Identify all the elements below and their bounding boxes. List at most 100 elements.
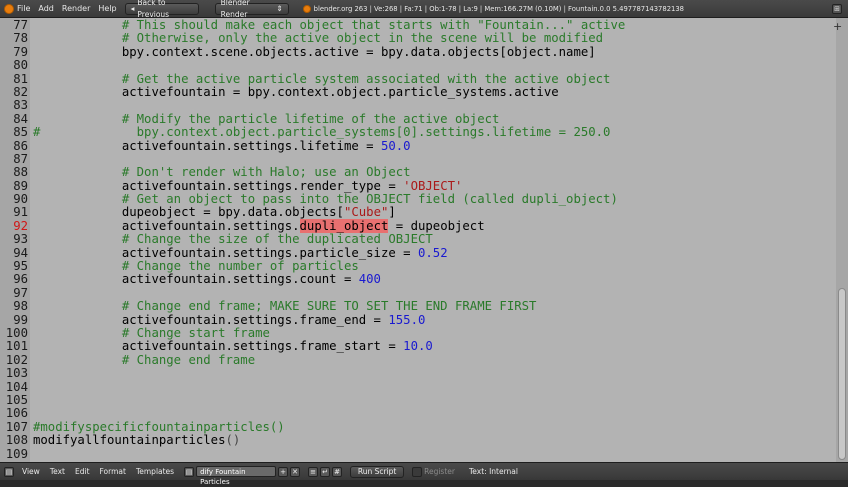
- code-token: # Change the size of the duplicated OBJE…: [33, 232, 433, 247]
- plus-icon[interactable]: +: [833, 20, 842, 33]
- code-token: activefountain.settings.frame_end =: [33, 312, 389, 327]
- line-number: 89: [13, 178, 28, 193]
- code-line[interactable]: 91 dupeobject = bpy.data.objects["Cube"]: [0, 205, 625, 220]
- code-line[interactable]: 97: [0, 286, 625, 300]
- line-number: 85: [13, 125, 28, 140]
- code-token: activefountain.settings.lifetime =: [33, 138, 381, 153]
- code-token: # Get the active particle system associa…: [33, 71, 611, 86]
- code-line[interactable]: 104: [0, 379, 625, 394]
- line-number: 88: [13, 165, 28, 180]
- code-line[interactable]: 85 # bpy.context.object.particle_systems[…: [0, 125, 625, 140]
- line-number: 80: [13, 58, 28, 73]
- word-wrap-icon[interactable]: ↵: [320, 466, 331, 477]
- code-token: # Change end frame: [33, 352, 256, 367]
- code-token: 50.0: [380, 138, 411, 153]
- line-number: 96: [13, 272, 28, 287]
- run-script-button[interactable]: Run Script: [350, 465, 405, 478]
- code-line[interactable]: 98 # Change end frame; MAKE SURE TO SET …: [0, 299, 625, 314]
- code-line[interactable]: 86 activefountain.settings.lifetime = 50…: [0, 138, 625, 153]
- line-number: 84: [13, 111, 28, 126]
- code-token: activefountain.settings.render_type =: [33, 178, 404, 193]
- line-number: 104: [5, 379, 28, 394]
- code-line[interactable]: 78 # Otherwise, only the active object i…: [0, 31, 625, 46]
- code-line[interactable]: 81 # Get the active particle system asso…: [0, 71, 625, 86]
- back-arrow-icon: ◂: [130, 3, 135, 13]
- code-area[interactable]: 77 # This should make each object that s…: [0, 18, 626, 461]
- code-line[interactable]: 103: [0, 366, 625, 380]
- code-line[interactable]: 96 activefountain.settings.count = 400: [0, 272, 625, 287]
- code-line[interactable]: 109: [0, 447, 625, 461]
- line-number: 92: [13, 218, 28, 233]
- menu-render[interactable]: Render: [62, 4, 90, 13]
- line-number: 108: [5, 433, 28, 448]
- line-number: 99: [13, 312, 28, 327]
- menu-add[interactable]: Add: [38, 4, 54, 13]
- text-editor-icon[interactable]: ▤: [4, 466, 14, 477]
- syntax-icon[interactable]: #: [332, 466, 343, 477]
- code-token: activefountain.settings.count =: [33, 272, 359, 287]
- menu-view[interactable]: View: [22, 467, 40, 476]
- line-number: 101: [5, 339, 28, 354]
- line-numbers-icon[interactable]: ≡: [308, 466, 319, 477]
- code-line[interactable]: 107 #modifyspecificfountainparticles(): [0, 420, 625, 434]
- code-line[interactable]: 87: [0, 152, 625, 166]
- menu-templates[interactable]: Templates: [136, 467, 174, 476]
- menu-file[interactable]: File: [17, 4, 30, 13]
- text-datablock-icon[interactable]: ▤: [184, 466, 195, 477]
- line-number: 83: [13, 98, 28, 113]
- code-token: 0.52: [417, 245, 448, 260]
- line-number: 77: [13, 18, 28, 32]
- code-line[interactable]: 99 activefountain.settings.frame_end = 1…: [0, 312, 625, 327]
- code-line[interactable]: 100 # Change start frame: [0, 325, 625, 340]
- menu-help[interactable]: Help: [98, 4, 116, 13]
- blender-logo-icon[interactable]: [4, 3, 14, 14]
- code-line[interactable]: 93 # Change the size of the duplicated O…: [0, 232, 625, 247]
- code-token: # bpy.context.object.particle_systems[0]…: [33, 125, 611, 140]
- code-token: # Change start frame: [33, 325, 270, 340]
- code-line[interactable]: 102 # Change end frame: [0, 352, 625, 367]
- close-icon[interactable]: ✕: [290, 466, 301, 477]
- line-number: 98: [13, 299, 28, 314]
- text-editor[interactable]: 77 # This should make each object that s…: [0, 18, 848, 462]
- code-line[interactable]: 83: [0, 98, 625, 113]
- run-script-label: Run Script: [357, 466, 397, 476]
- code-token: dupeobject = bpy.data.objects[: [33, 205, 344, 220]
- code-line[interactable]: 108 modifyallfountainparticles(): [0, 433, 625, 448]
- code-line[interactable]: 80: [0, 58, 625, 73]
- scrollbar-thumb[interactable]: [838, 288, 846, 460]
- code-line[interactable]: 84 # Modify the particle lifetime of the…: [0, 111, 625, 126]
- code-token: 10.0: [403, 339, 433, 354]
- line-number: 95: [13, 259, 28, 274]
- code-line[interactable]: 106: [0, 406, 625, 420]
- render-engine-select[interactable]: Blender Render ⇕: [214, 0, 289, 19]
- text-name-field[interactable]: dify Fountain Particles: [196, 466, 277, 486]
- maximize-icon[interactable]: ⊞: [832, 3, 842, 14]
- code-line[interactable]: 92 activefountain.settings.dupli_object …: [0, 218, 625, 233]
- add-text-icon[interactable]: +: [278, 466, 289, 477]
- back-to-previous-button[interactable]: ◂ Back to Previous: [124, 0, 199, 19]
- code-line[interactable]: 101 activefountain.settings.frame_start …: [0, 339, 625, 354]
- code-line[interactable]: 77 # This should make each object that s…: [0, 18, 625, 32]
- code-line[interactable]: 82 activefountain = bpy.context.object.p…: [0, 85, 625, 99]
- code-line[interactable]: 90 # Get an object to pass into the OBJE…: [0, 192, 625, 206]
- text-editor-header: ▤ View Text Edit Format Templates ▤ dify…: [0, 462, 848, 486]
- menu-edit[interactable]: Edit: [75, 467, 90, 476]
- code-line[interactable]: 95 # Change the number of particles: [0, 259, 625, 274]
- code-line[interactable]: 79 bpy.context.scene.objects.active = bp…: [0, 45, 625, 59]
- code-line[interactable]: 94 activefountain.settings.particle_size…: [0, 245, 625, 260]
- code-token: # Change end frame; MAKE SURE TO SET THE…: [33, 299, 537, 314]
- code-token: 400: [358, 272, 381, 287]
- code-line[interactable]: 89 activefountain.settings.render_type =…: [0, 178, 625, 193]
- line-number: 100: [5, 325, 28, 340]
- code-line[interactable]: 105: [0, 393, 625, 407]
- menu-text[interactable]: Text: [50, 467, 65, 476]
- line-number: 94: [13, 245, 28, 260]
- line-number: 102: [5, 352, 28, 367]
- menu-format[interactable]: Format: [100, 467, 126, 476]
- code-token: 155.0: [388, 312, 426, 327]
- code-token: activefountain.settings.frame_start =: [33, 339, 404, 354]
- chevron-updown-icon: ⇕: [276, 3, 283, 13]
- register-checkbox[interactable]: [412, 466, 423, 477]
- code-line[interactable]: 88 # Don't render with Halo; use an Obje…: [0, 165, 625, 180]
- line-number: 78: [13, 31, 28, 46]
